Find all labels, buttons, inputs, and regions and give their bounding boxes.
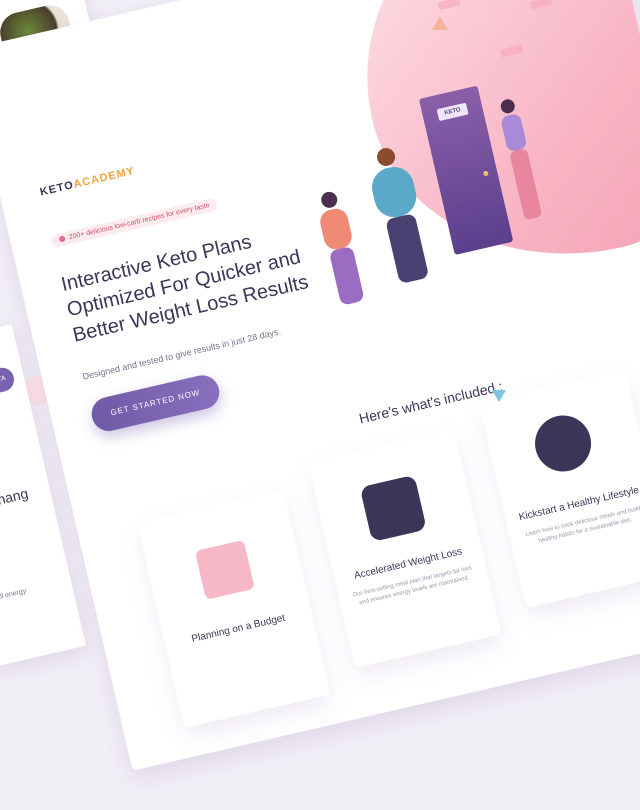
door-sign: KETO [436,102,469,122]
triangle-decor-icon [432,16,448,30]
logo-prefix: KETO [38,179,76,199]
feature-card-lifestyle[interactable]: Kickstart a Healthy Lifestyle Learn how … [478,369,640,609]
door-knob-icon [482,170,489,177]
feature-card-budget[interactable]: Planning on a Budget [137,489,331,728]
landing-page: KETOACADEMY 200+ delicious low-carb reci… [0,0,640,771]
badge-text: 200+ delicious low-carb recipes for ever… [68,202,211,242]
cooking-pan-icon [529,409,597,478]
scale-icon [359,474,427,542]
get-started-button[interactable]: GET STARTED NOW [88,371,223,435]
recipes-badge: 200+ delicious low-carb recipes for ever… [50,197,219,249]
keto-academy-logo[interactable]: KETOACADEMY [39,165,136,199]
feature-card-weight-loss[interactable]: Accelerated Weight Loss Our best-selling… [307,429,502,669]
logo-suffix: ACADEMY [72,165,137,191]
calculator-icon [194,539,255,600]
triangle-decor-icon [492,390,506,402]
badge-dot-icon [58,235,66,243]
feature-title: Planning on a Budget [190,612,287,645]
landing-page-stage: KETOACADEMY 200+ delicious low-carb reci… [0,0,640,810]
